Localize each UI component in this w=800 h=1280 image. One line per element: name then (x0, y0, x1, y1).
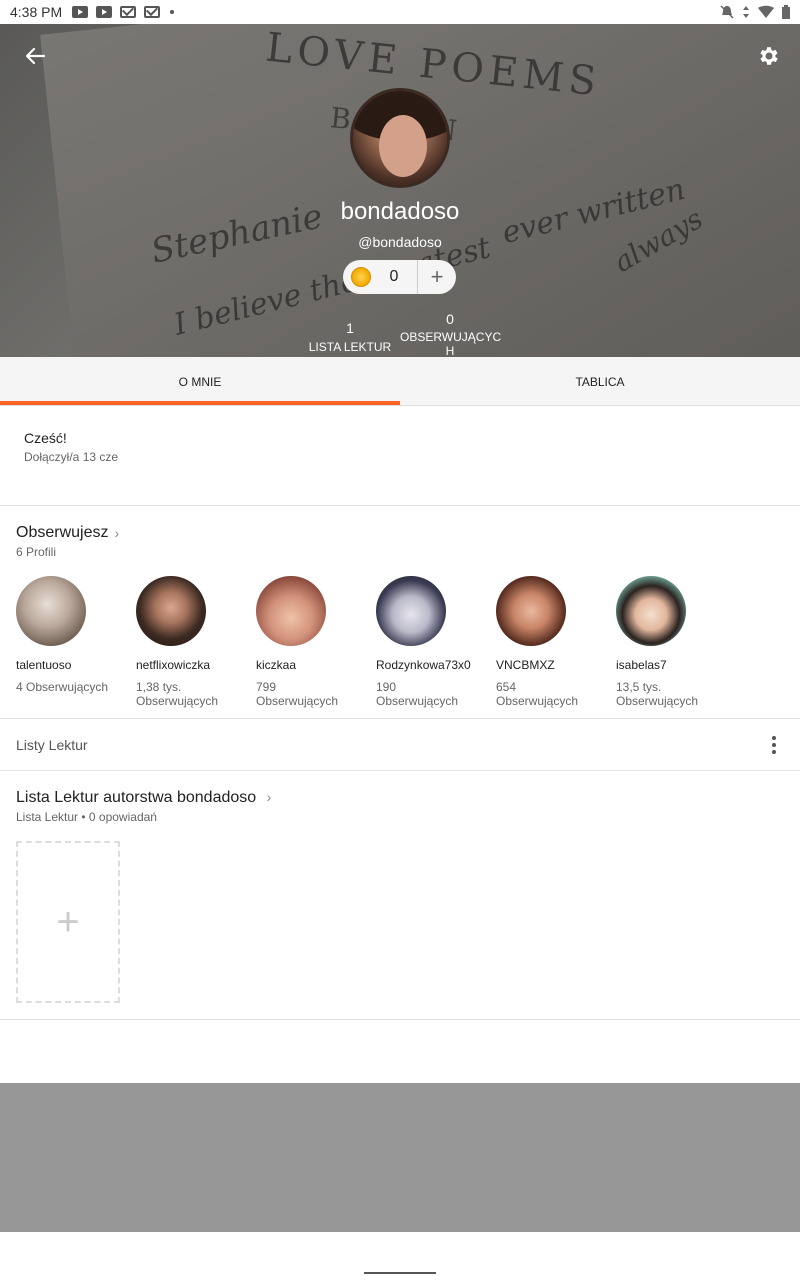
back-arrow-icon[interactable] (22, 44, 50, 68)
reading-lists-count: 1 (346, 320, 354, 336)
reading-lists-label: LISTA LEKTUR (308, 340, 392, 354)
profile-name: isabelas7 (616, 658, 667, 672)
following-section: Obserwujesz › 6 Profili talentuoso 4 Obs… (0, 506, 800, 719)
followed-profile[interactable]: Rodzynkowa73x0 190 Obserwujących (376, 576, 486, 708)
keyboard-placeholder-area (0, 1083, 800, 1232)
following-count: 6 Profili (16, 545, 57, 559)
add-story-button[interactable]: + (16, 841, 120, 1003)
profile-name: Rodzynkowa73x0 (376, 658, 471, 672)
gear-icon[interactable] (756, 44, 780, 68)
reading-lists-header: Listy Lektur (0, 719, 800, 771)
profile-followers: 13,5 tys. Obserwujących (616, 680, 699, 708)
profile-followers: 190 Obserwujących (376, 680, 459, 708)
profile-followers: 4 Obserwujących (16, 680, 109, 694)
about-joined-date: Dołączył/a 13 cze (24, 450, 119, 464)
profile-avatar (616, 576, 686, 646)
followed-profile[interactable]: VNCBMXZ 654 Obserwujących (496, 576, 606, 708)
coin-icon (351, 267, 371, 287)
profile-name: kiczkaa (256, 658, 297, 672)
header-overlay (0, 24, 800, 357)
profile-handle: @bondadoso (358, 234, 442, 250)
reading-list-meta: Lista Lektur • 0 opowiadań (16, 810, 157, 824)
profile-avatar (256, 576, 326, 646)
tab-board[interactable]: TABLICA (400, 357, 800, 405)
chevron-right-icon: › (114, 525, 120, 541)
dot-icon (170, 10, 175, 14)
following-title-text: Obserwujesz (16, 524, 109, 541)
wifi-icon (758, 5, 774, 18)
followers-count: 0 (446, 311, 454, 327)
reading-lists-section-label: Listy Lektur (16, 736, 88, 753)
mute-icon (720, 5, 734, 19)
reading-lists-stat[interactable]: 1 LISTA LEKTUR (300, 320, 400, 354)
profile-avatar (136, 576, 206, 646)
profile-avatar (16, 576, 86, 646)
reading-list-card: Lista Lektur autorstwa bondadoso › Lista… (0, 771, 800, 1020)
profile-username: bondadoso (340, 198, 460, 225)
about-greeting: Cześć! (24, 430, 67, 446)
battery-icon (782, 5, 790, 19)
followers-label: OBSERWUJĄCYC H (400, 330, 502, 357)
coin-count: 0 (389, 268, 399, 285)
profile-followers: 799 Obserwujących (256, 680, 339, 708)
profile-avatar[interactable] (350, 88, 450, 188)
profile-name: netflixowiczka (136, 658, 211, 672)
profile-tabs: O MNIE TABLICA (0, 357, 800, 406)
more-options-icon[interactable] (764, 735, 784, 755)
followed-profile[interactable]: talentuoso 4 Obserwujących (16, 576, 126, 694)
chevron-right-icon: › (266, 789, 272, 805)
system-navigation-bar (0, 1232, 800, 1280)
following-title[interactable]: Obserwujesz › (16, 524, 119, 542)
add-coins-button[interactable]: + (418, 264, 456, 290)
profile-avatar (496, 576, 566, 646)
profile-name: VNCBMXZ (496, 658, 555, 672)
coin-balance: 0 + (343, 260, 456, 294)
youtube-icon (72, 6, 89, 18)
youtube-icon (96, 6, 113, 18)
profile-followers: 654 Obserwujących (496, 680, 579, 708)
status-right-icons (720, 5, 790, 19)
status-time: 4:38 PM (10, 4, 63, 20)
plus-icon: + (56, 899, 80, 944)
followed-profile[interactable]: isabelas7 13,5 tys. Obserwujących (616, 576, 726, 708)
status-bar: 4:38 PM (0, 0, 800, 24)
reading-list-title-text: Lista Lektur autorstwa bondadoso (16, 789, 257, 806)
profile-name: talentuoso (16, 658, 72, 672)
tab-about[interactable]: O MNIE (0, 357, 400, 405)
home-gesture-handle[interactable] (364, 1272, 436, 1274)
followers-stat[interactable]: 0 OBSERWUJĄCYC H (400, 311, 502, 357)
reading-list-title[interactable]: Lista Lektur autorstwa bondadoso › (16, 789, 271, 807)
profile-header: LOVE POEMS B MEN Stephanie I believe the… (0, 24, 800, 357)
profile-followers: 1,38 tys. Obserwujących (136, 680, 219, 708)
followed-profile[interactable]: kiczkaa 799 Obserwujących (256, 576, 366, 708)
profile-avatar (376, 576, 446, 646)
avatar-face (379, 115, 427, 177)
followed-profile[interactable]: netflixowiczka 1,38 tys. Obserwujących (136, 576, 246, 708)
about-section: Cześć! Dołączył/a 13 cze (0, 406, 800, 506)
gmail-icon (120, 6, 137, 18)
data-icon (743, 6, 749, 18)
gmail-icon (144, 6, 161, 18)
